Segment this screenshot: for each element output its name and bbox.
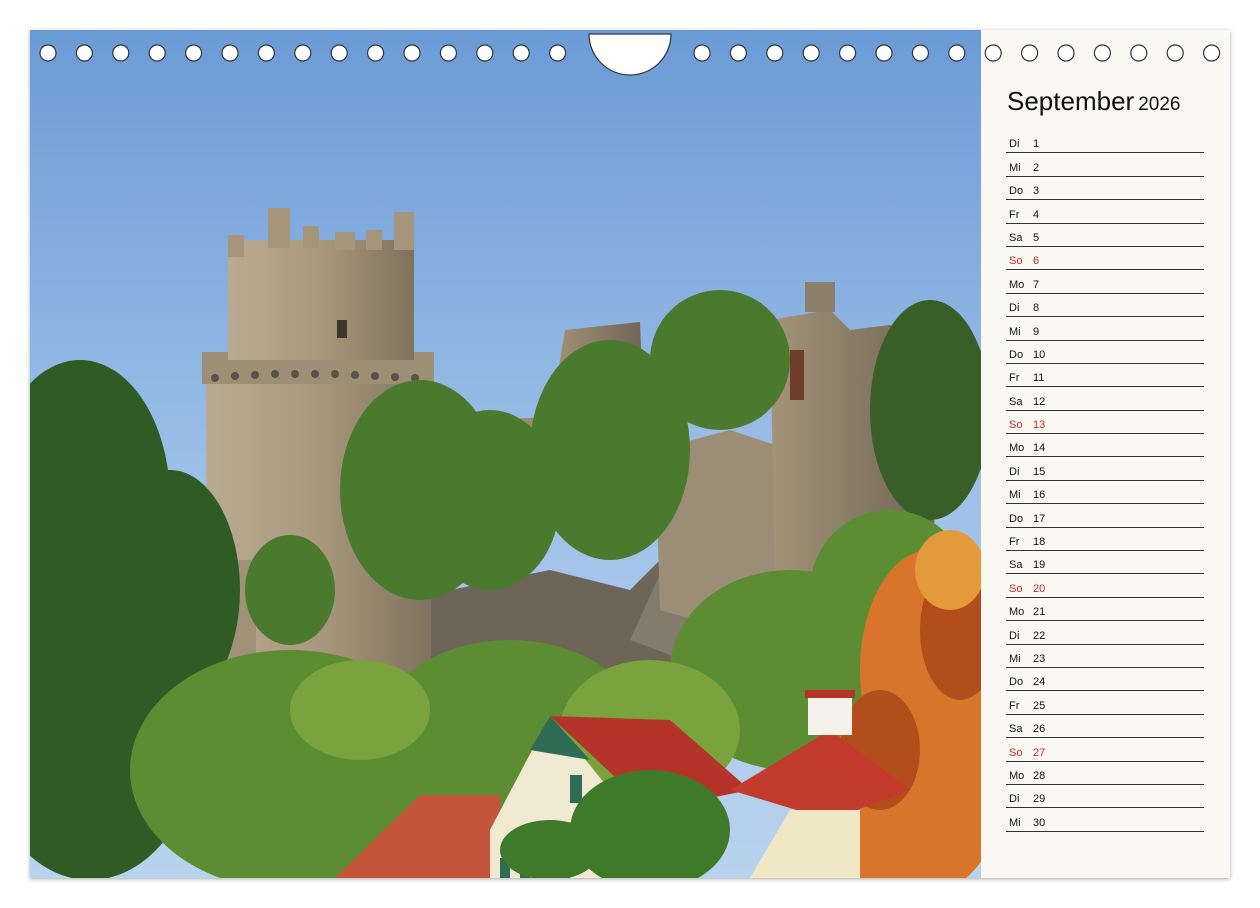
day-row: So 20 <box>1006 574 1204 598</box>
day-row: So 27 <box>1006 738 1204 762</box>
weekday-label: Mo <box>1009 769 1025 782</box>
day-number: 4 <box>1033 208 1040 221</box>
day-number: 6 <box>1033 255 1040 268</box>
weekday-label: Fr <box>1009 372 1020 385</box>
weekday-label: Fr <box>1009 699 1020 712</box>
castle-photo <box>30 30 981 878</box>
day-row: Fr 18 <box>1006 528 1204 552</box>
month-title: September 2026 <box>1007 86 1180 117</box>
day-number: 22 <box>1033 629 1046 642</box>
weekday-label: Mi <box>1009 652 1021 665</box>
day-number: 14 <box>1033 442 1046 455</box>
castle-photo-illustration <box>30 30 981 878</box>
month-name: September <box>1007 86 1135 116</box>
day-number: 9 <box>1033 325 1040 338</box>
calendar-page: September 2026 Di 1 Mi 2 Do 3 Fr 4 Sa 5 So 6 Mo 7 Di 8 Mi… <box>30 30 1230 878</box>
day-row: Mo 7 <box>1006 270 1204 294</box>
day-number: 30 <box>1033 816 1046 829</box>
day-row: Mi 16 <box>1006 481 1204 505</box>
day-row: Fr 11 <box>1006 364 1204 388</box>
day-number: 18 <box>1033 536 1046 549</box>
weekday-label: Sa <box>1009 559 1023 572</box>
weekday-label: Mi <box>1009 489 1021 502</box>
day-number: 28 <box>1033 769 1046 782</box>
weekday-label: Di <box>1009 302 1020 315</box>
weekday-label: Do <box>1009 676 1024 689</box>
year: 2026 <box>1138 94 1181 115</box>
day-row: Fr 25 <box>1006 691 1204 715</box>
day-row: Di 8 <box>1006 294 1204 318</box>
day-number: 15 <box>1033 465 1046 478</box>
day-row: Mi 2 <box>1006 153 1204 177</box>
day-number: 1 <box>1033 138 1040 151</box>
day-number: 25 <box>1033 699 1046 712</box>
weekday-label: Di <box>1009 629 1020 642</box>
weekday-label: Sa <box>1009 395 1023 408</box>
day-row: Mi 9 <box>1006 317 1204 341</box>
day-number: 8 <box>1033 302 1040 315</box>
weekday-label: Di <box>1009 793 1020 806</box>
day-number: 13 <box>1033 419 1046 432</box>
weekday-label: Do <box>1009 348 1024 361</box>
weekday-label: So <box>1009 255 1023 268</box>
day-number: 11 <box>1033 372 1045 385</box>
day-number: 16 <box>1033 489 1046 502</box>
day-row: Di 15 <box>1006 457 1204 481</box>
weekday-label: Fr <box>1009 208 1020 221</box>
weekday-label: Sa <box>1009 231 1023 244</box>
day-number: 17 <box>1033 512 1046 525</box>
day-number: 5 <box>1033 231 1040 244</box>
weekday-label: So <box>1009 419 1023 432</box>
day-number: 21 <box>1033 606 1046 619</box>
weekday-label: Mi <box>1009 161 1021 174</box>
day-row: Di 29 <box>1006 785 1204 809</box>
day-number: 20 <box>1033 582 1046 595</box>
day-row: Do 10 <box>1006 341 1204 364</box>
weekday-label: Do <box>1009 512 1024 525</box>
day-number: 27 <box>1033 746 1046 759</box>
day-number: 7 <box>1033 278 1040 291</box>
weekday-label: Mi <box>1009 816 1021 829</box>
day-row: Mi 23 <box>1006 645 1204 668</box>
weekday-label: Di <box>1009 138 1020 151</box>
day-number: 3 <box>1033 185 1040 198</box>
day-number: 19 <box>1033 559 1046 572</box>
weekday-label: Di <box>1009 465 1020 478</box>
weekday-label: Mo <box>1009 442 1025 455</box>
day-row: Mo 14 <box>1006 434 1204 458</box>
day-row: Mo 21 <box>1006 598 1204 622</box>
day-list: Di 1 Mi 2 Do 3 Fr 4 Sa 5 So 6 Mo 7 Di 8 Mi 9 Do 10 Fr 11 Sa 12 S… <box>1006 130 1204 832</box>
calendar-panel: September 2026 Di 1 Mi 2 Do 3 Fr 4 Sa 5 So 6 Mo 7 Di 8 Mi… <box>981 30 1230 878</box>
weekday-label: So <box>1009 746 1023 759</box>
day-number: 23 <box>1033 652 1046 665</box>
weekday-label: Mo <box>1009 278 1025 291</box>
day-row: Sa 19 <box>1006 551 1204 575</box>
day-row: Di 1 <box>1006 130 1204 154</box>
day-row: So 13 <box>1006 411 1204 435</box>
day-number: 2 <box>1033 161 1040 174</box>
weekday-label: Mo <box>1009 606 1025 619</box>
day-row: Di 22 <box>1006 621 1204 645</box>
day-row: Mi 30 <box>1006 808 1204 832</box>
day-number: 26 <box>1033 723 1046 736</box>
day-row: Do 3 <box>1006 177 1204 201</box>
day-row: So 6 <box>1006 247 1204 271</box>
weekday-label: Mi <box>1009 325 1021 338</box>
day-number: 29 <box>1033 793 1046 806</box>
day-number: 12 <box>1033 395 1046 408</box>
weekday-label: Fr <box>1009 536 1020 549</box>
day-row: Sa 5 <box>1006 224 1204 247</box>
weekday-label: Sa <box>1009 723 1023 736</box>
day-number: 10 <box>1033 348 1046 361</box>
weekday-label: So <box>1009 582 1023 595</box>
day-number: 24 <box>1033 676 1046 689</box>
day-row: Mo 28 <box>1006 762 1204 785</box>
day-row: Sa 26 <box>1006 715 1204 739</box>
weekday-label: Do <box>1009 185 1024 198</box>
day-row: Do 17 <box>1006 504 1204 528</box>
day-row: Fr 4 <box>1006 200 1204 224</box>
day-row: Do 24 <box>1006 668 1204 692</box>
day-row: Sa 12 <box>1006 387 1204 411</box>
